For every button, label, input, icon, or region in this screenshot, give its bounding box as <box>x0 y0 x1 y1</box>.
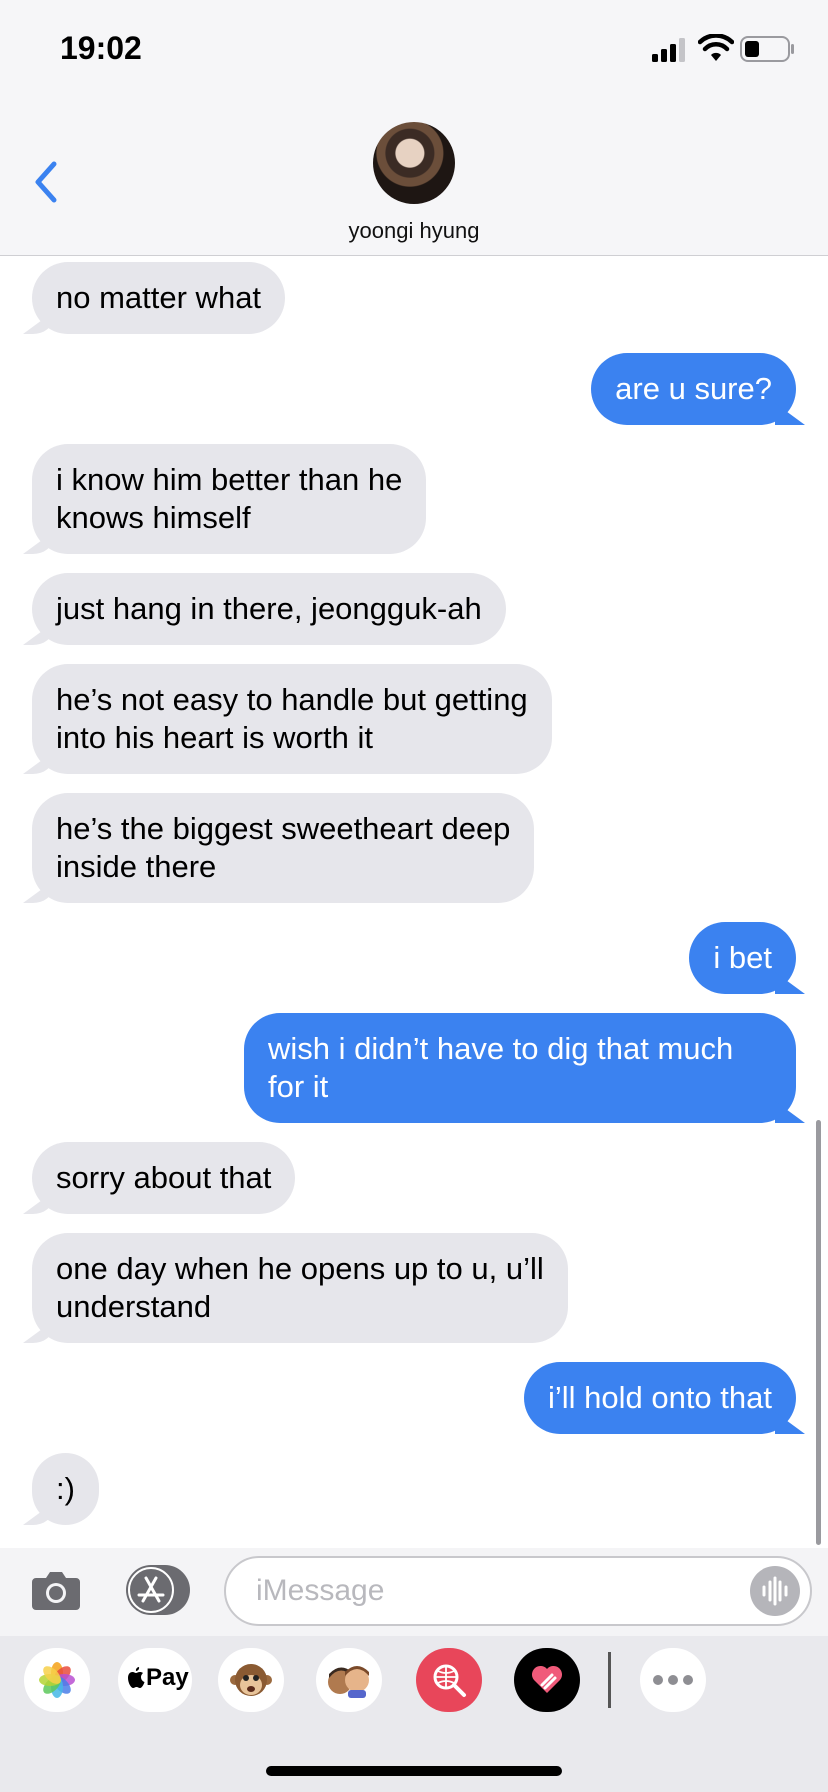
message-input-placeholder: iMessage <box>256 1574 385 1607</box>
audio-message-button[interactable] <box>750 1566 800 1616</box>
cellular-signal-icon <box>652 38 685 62</box>
app-store-button[interactable] <box>126 1565 190 1615</box>
wifi-icon <box>698 34 734 61</box>
received-message-bubble[interactable]: sorry about that <box>32 1142 296 1214</box>
home-indicator[interactable] <box>266 1766 562 1776</box>
photos-app-button[interactable] <box>24 1648 90 1712</box>
animoji-button[interactable] <box>218 1648 284 1712</box>
waveform-icon <box>762 1576 788 1606</box>
photos-icon <box>39 1662 75 1698</box>
sent-message-bubble[interactable]: wish i didn’t have to dig that much for … <box>244 1013 796 1123</box>
scrollbar[interactable] <box>816 1120 821 1545</box>
received-message-bubble[interactable]: one day when he opens up to u, u’ll unde… <box>32 1233 568 1343</box>
contact-avatar[interactable] <box>373 122 455 204</box>
conversation-header: 19:02 yoongi hyung <box>0 0 828 256</box>
received-message-bubble[interactable]: :) <box>32 1453 99 1525</box>
app-store-icon <box>137 1576 165 1603</box>
back-chevron-icon[interactable] <box>28 158 64 206</box>
sent-message-bubble[interactable]: i bet <box>689 922 796 994</box>
search-images-icon <box>433 1664 466 1697</box>
memoji-button[interactable] <box>316 1648 382 1712</box>
animoji-icon <box>230 1664 272 1696</box>
received-message-bubble[interactable]: just hang in there, jeongguk-ah <box>32 573 506 645</box>
status-time: 19:02 <box>60 30 142 66</box>
drawer-divider <box>608 1652 611 1708</box>
received-message-bubble[interactable]: no matter what <box>32 262 286 334</box>
memoji-icon <box>328 1666 369 1698</box>
sent-message-bubble[interactable]: are u sure? <box>591 353 796 425</box>
received-message-bubble[interactable]: i know him better than he knows himself <box>32 444 427 554</box>
apple-pay-icon <box>128 1667 145 1688</box>
apple-pay-button[interactable]: Pay <box>118 1648 192 1712</box>
camera-icon[interactable] <box>32 1568 80 1610</box>
more-apps-button[interactable] <box>640 1648 706 1712</box>
digital-touch-icon <box>531 1665 563 1693</box>
digital-touch-button[interactable] <box>514 1648 580 1712</box>
contact-name[interactable]: yoongi hyung <box>0 218 828 244</box>
apple-pay-label: Pay <box>146 1664 189 1691</box>
sent-message-bubble[interactable]: i’ll hold onto that <box>523 1362 796 1434</box>
more-icon <box>653 1675 693 1685</box>
received-message-bubble[interactable]: he’s the biggest sweetheart deep inside … <box>32 793 535 903</box>
image-search-button[interactable] <box>416 1648 482 1712</box>
battery-icon <box>740 36 794 62</box>
received-message-bubble[interactable]: he’s not easy to handle but getting into… <box>32 664 552 774</box>
